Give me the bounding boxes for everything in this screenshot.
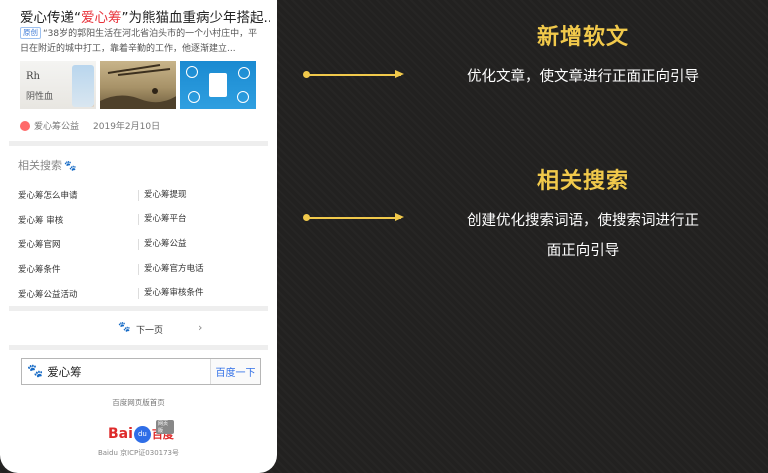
related-row: 爱心筹官网 爱心筹公益 — [18, 232, 258, 257]
divider — [9, 306, 268, 311]
related-link[interactable]: 爱心筹 审核 — [18, 214, 138, 226]
paw-icon: 🐾 — [64, 161, 77, 172]
original-tag: 原创 — [20, 27, 41, 39]
source-name: 爱心筹公益 — [34, 122, 80, 132]
arrow-line — [309, 74, 401, 76]
related-row: 爱心筹公益活动 爱心筹审核条件 — [18, 281, 258, 306]
arrow-line — [309, 217, 401, 219]
medical-circle-icon — [186, 66, 198, 78]
thumbnail-medical-icons[interactable] — [180, 61, 256, 109]
thumb-blood-text: 阴性血 — [26, 92, 54, 102]
title-suffix: ”为熊猫血重病少年搭起... — [121, 10, 271, 26]
related-link[interactable]: 爱心筹官方电话 — [138, 263, 258, 275]
related-row: 爱心筹怎么申请 爱心筹提现 — [18, 183, 258, 208]
logo-du: du — [133, 425, 151, 443]
divider — [9, 141, 268, 146]
related-search-title: 相关搜索 🐾 — [18, 159, 77, 172]
thumbnail-rh-blood[interactable]: Rh 阴性血 — [20, 61, 96, 109]
icp-license: Baidu 京ICP证030173号 — [97, 449, 180, 457]
logo-bai: Bai — [108, 426, 133, 442]
section-desc-article: 优化文章，使文章进行正面正向引导 — [467, 69, 699, 85]
chevron-right-icon: › — [198, 321, 203, 334]
arrow-connector — [303, 65, 404, 85]
medical-circle-icon — [237, 91, 249, 103]
divider — [9, 345, 268, 350]
source-logo-icon — [20, 120, 30, 131]
related-link[interactable]: 爱心筹提现 — [138, 189, 258, 201]
related-link[interactable]: 爱心筹官网 — [18, 238, 138, 250]
article-title-link[interactable]: 爱心传递“爱心筹”为熊猫血重病少年搭起... — [20, 6, 270, 26]
search-bar: 🐾 爱心筹 百度一下 — [21, 358, 261, 385]
baidu-logo: Bai du 百度 网页版 — [108, 420, 174, 444]
related-link[interactable]: 爱心筹审核条件 — [138, 288, 258, 300]
thumb-blood-bag — [72, 65, 94, 107]
paw-icon: 🐾 — [118, 322, 131, 333]
next-page-button[interactable]: 🐾 下一页 › — [0, 320, 277, 338]
related-row: 爱心筹条件 爱心筹官方电话 — [18, 257, 258, 282]
baidu-paw-icon: 🐾 — [27, 364, 44, 379]
arrow-connector — [303, 208, 404, 228]
mobile-search-results: 爱心传递“爱心筹”为熊猫血重病少年搭起... 原创 “38岁的郭阳生活在河北省泊头… — [0, 0, 277, 473]
related-link[interactable]: 爱心筹怎么申请 — [18, 189, 138, 201]
section-heading-search: 相关搜索 — [536, 169, 629, 194]
snippet-text: “38岁的郭阳生活在河北省泊头市的一个小村庄中，平日在附近的城中打工，靠着辛勤的… — [20, 29, 258, 54]
clipboard-icon — [209, 73, 227, 97]
title-prefix: 爱心传递“ — [20, 10, 81, 26]
related-link[interactable]: 爱心筹公益 — [138, 238, 258, 250]
title-highlight: 爱心筹 — [81, 10, 122, 26]
medical-circle-icon — [238, 67, 250, 79]
section-heading-article: 新增软文 — [536, 25, 629, 50]
article-snippet: 原创 “38岁的郭阳生活在河北省泊头市的一个小村庄中，平日在附近的城中打工，靠着辛… — [20, 27, 260, 57]
related-row: 爱心筹 审核 爱心筹平台 — [18, 208, 258, 233]
related-search-grid: 爱心筹怎么申请 爱心筹提现 爱心筹 审核 爱心筹平台 爱心筹官网 爱心筹公益 爱… — [18, 183, 258, 306]
arrow-head-icon — [395, 213, 404, 221]
search-input[interactable]: 爱心筹 — [47, 364, 210, 380]
logo-badge: 网页版 — [156, 420, 174, 434]
search-button[interactable]: 百度一下 — [210, 359, 260, 384]
related-link[interactable]: 爱心筹平台 — [138, 214, 258, 226]
homepage-link[interactable]: 百度网页版首页 — [0, 397, 277, 408]
related-link[interactable]: 爱心筹公益活动 — [18, 288, 138, 300]
article-date: 2019年2月10日 — [93, 122, 161, 132]
arrow-head-icon — [395, 70, 404, 78]
section-desc-search: 创建优化搜索词语，使搜索词进行正 面正向引导 — [467, 213, 699, 259]
next-page-label: 下一页 — [136, 326, 164, 336]
related-link[interactable]: 爱心筹条件 — [18, 263, 138, 275]
medical-circle-icon — [188, 91, 200, 103]
article-meta: 爱心筹公益 2019年2月10日 — [20, 119, 160, 132]
thumb-rh-text: Rh — [26, 71, 40, 82]
article-thumbnails[interactable]: Rh 阴性血 — [20, 61, 256, 109]
thumbnail-landscape[interactable] — [100, 61, 176, 109]
landscape-icon — [100, 64, 176, 109]
